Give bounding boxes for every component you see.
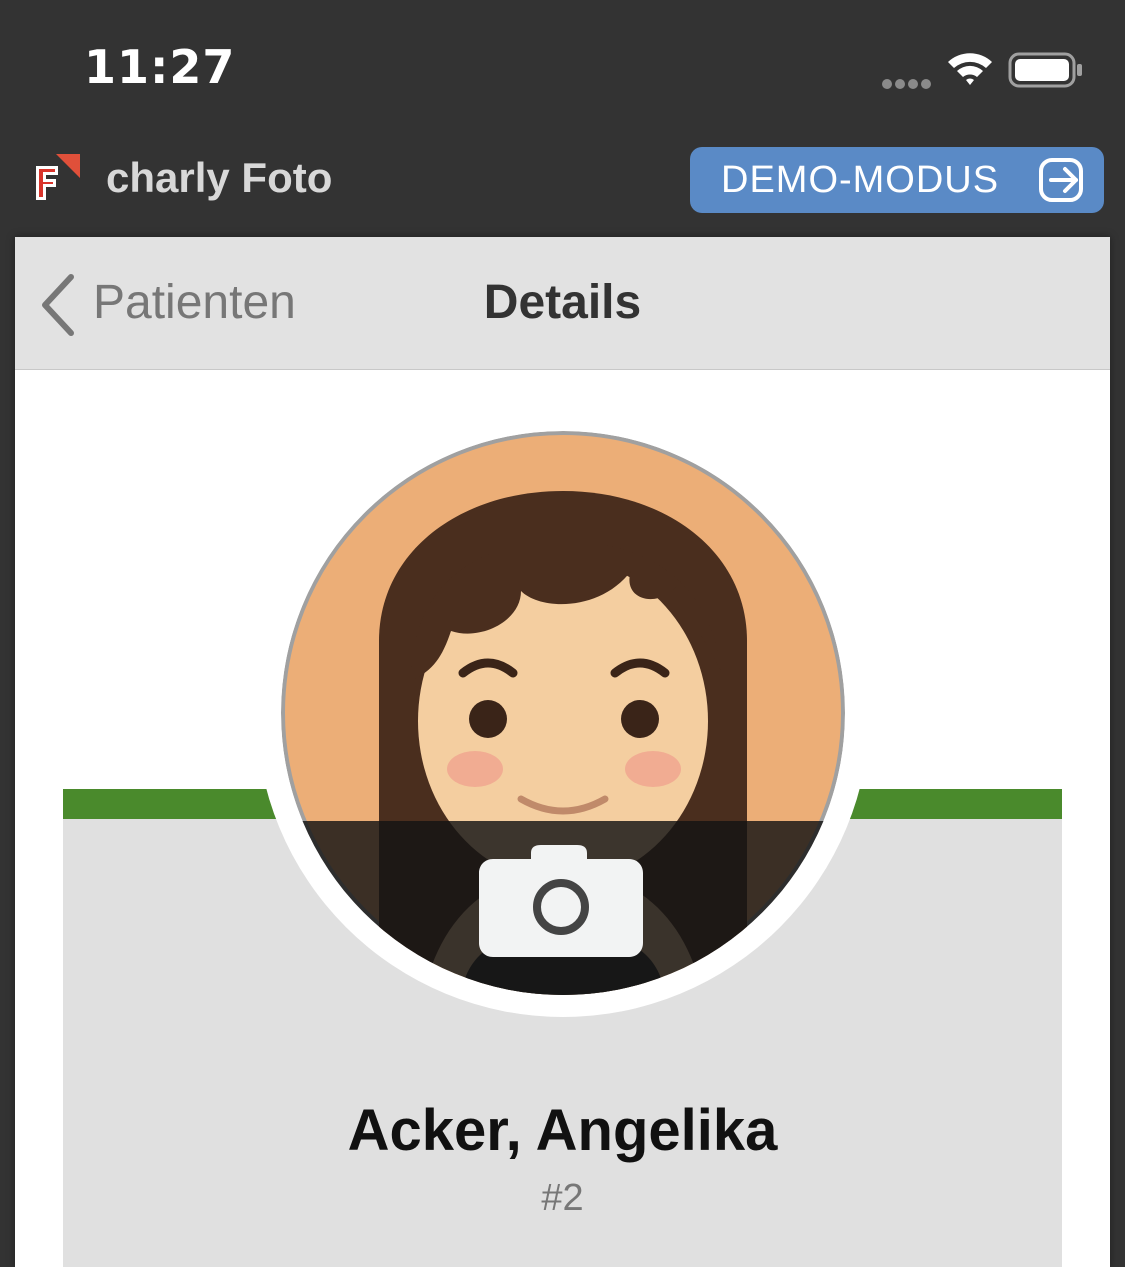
patient-number: #2 xyxy=(541,1177,584,1219)
app-header: charly Foto DEMO-MODUS xyxy=(0,140,1125,222)
battery-icon xyxy=(1008,52,1084,93)
chevron-left-icon xyxy=(37,273,77,342)
status-time: 11:27 xyxy=(84,40,236,94)
camera-overlay[interactable] xyxy=(281,821,845,995)
camera-icon xyxy=(479,845,643,957)
navigation-bar: Details Patienten xyxy=(15,237,1110,370)
patient-avatar[interactable] xyxy=(281,431,845,995)
charly-logo-icon xyxy=(32,148,84,202)
wifi-icon xyxy=(946,50,994,91)
signal-icon xyxy=(882,76,934,94)
back-label: Patienten xyxy=(93,276,296,329)
exit-icon xyxy=(1038,157,1086,208)
demo-mode-label: DEMO-MODUS xyxy=(721,159,1000,201)
status-bar: 11:27 xyxy=(0,0,1125,140)
patient-name: Acker, Angelika xyxy=(347,1098,778,1163)
demo-mode-button[interactable]: DEMO-MODUS xyxy=(690,147,1104,213)
app-title: charly Foto xyxy=(106,154,333,201)
details-panel: Details Patienten Acker, Angelika #2 xyxy=(15,237,1110,1267)
